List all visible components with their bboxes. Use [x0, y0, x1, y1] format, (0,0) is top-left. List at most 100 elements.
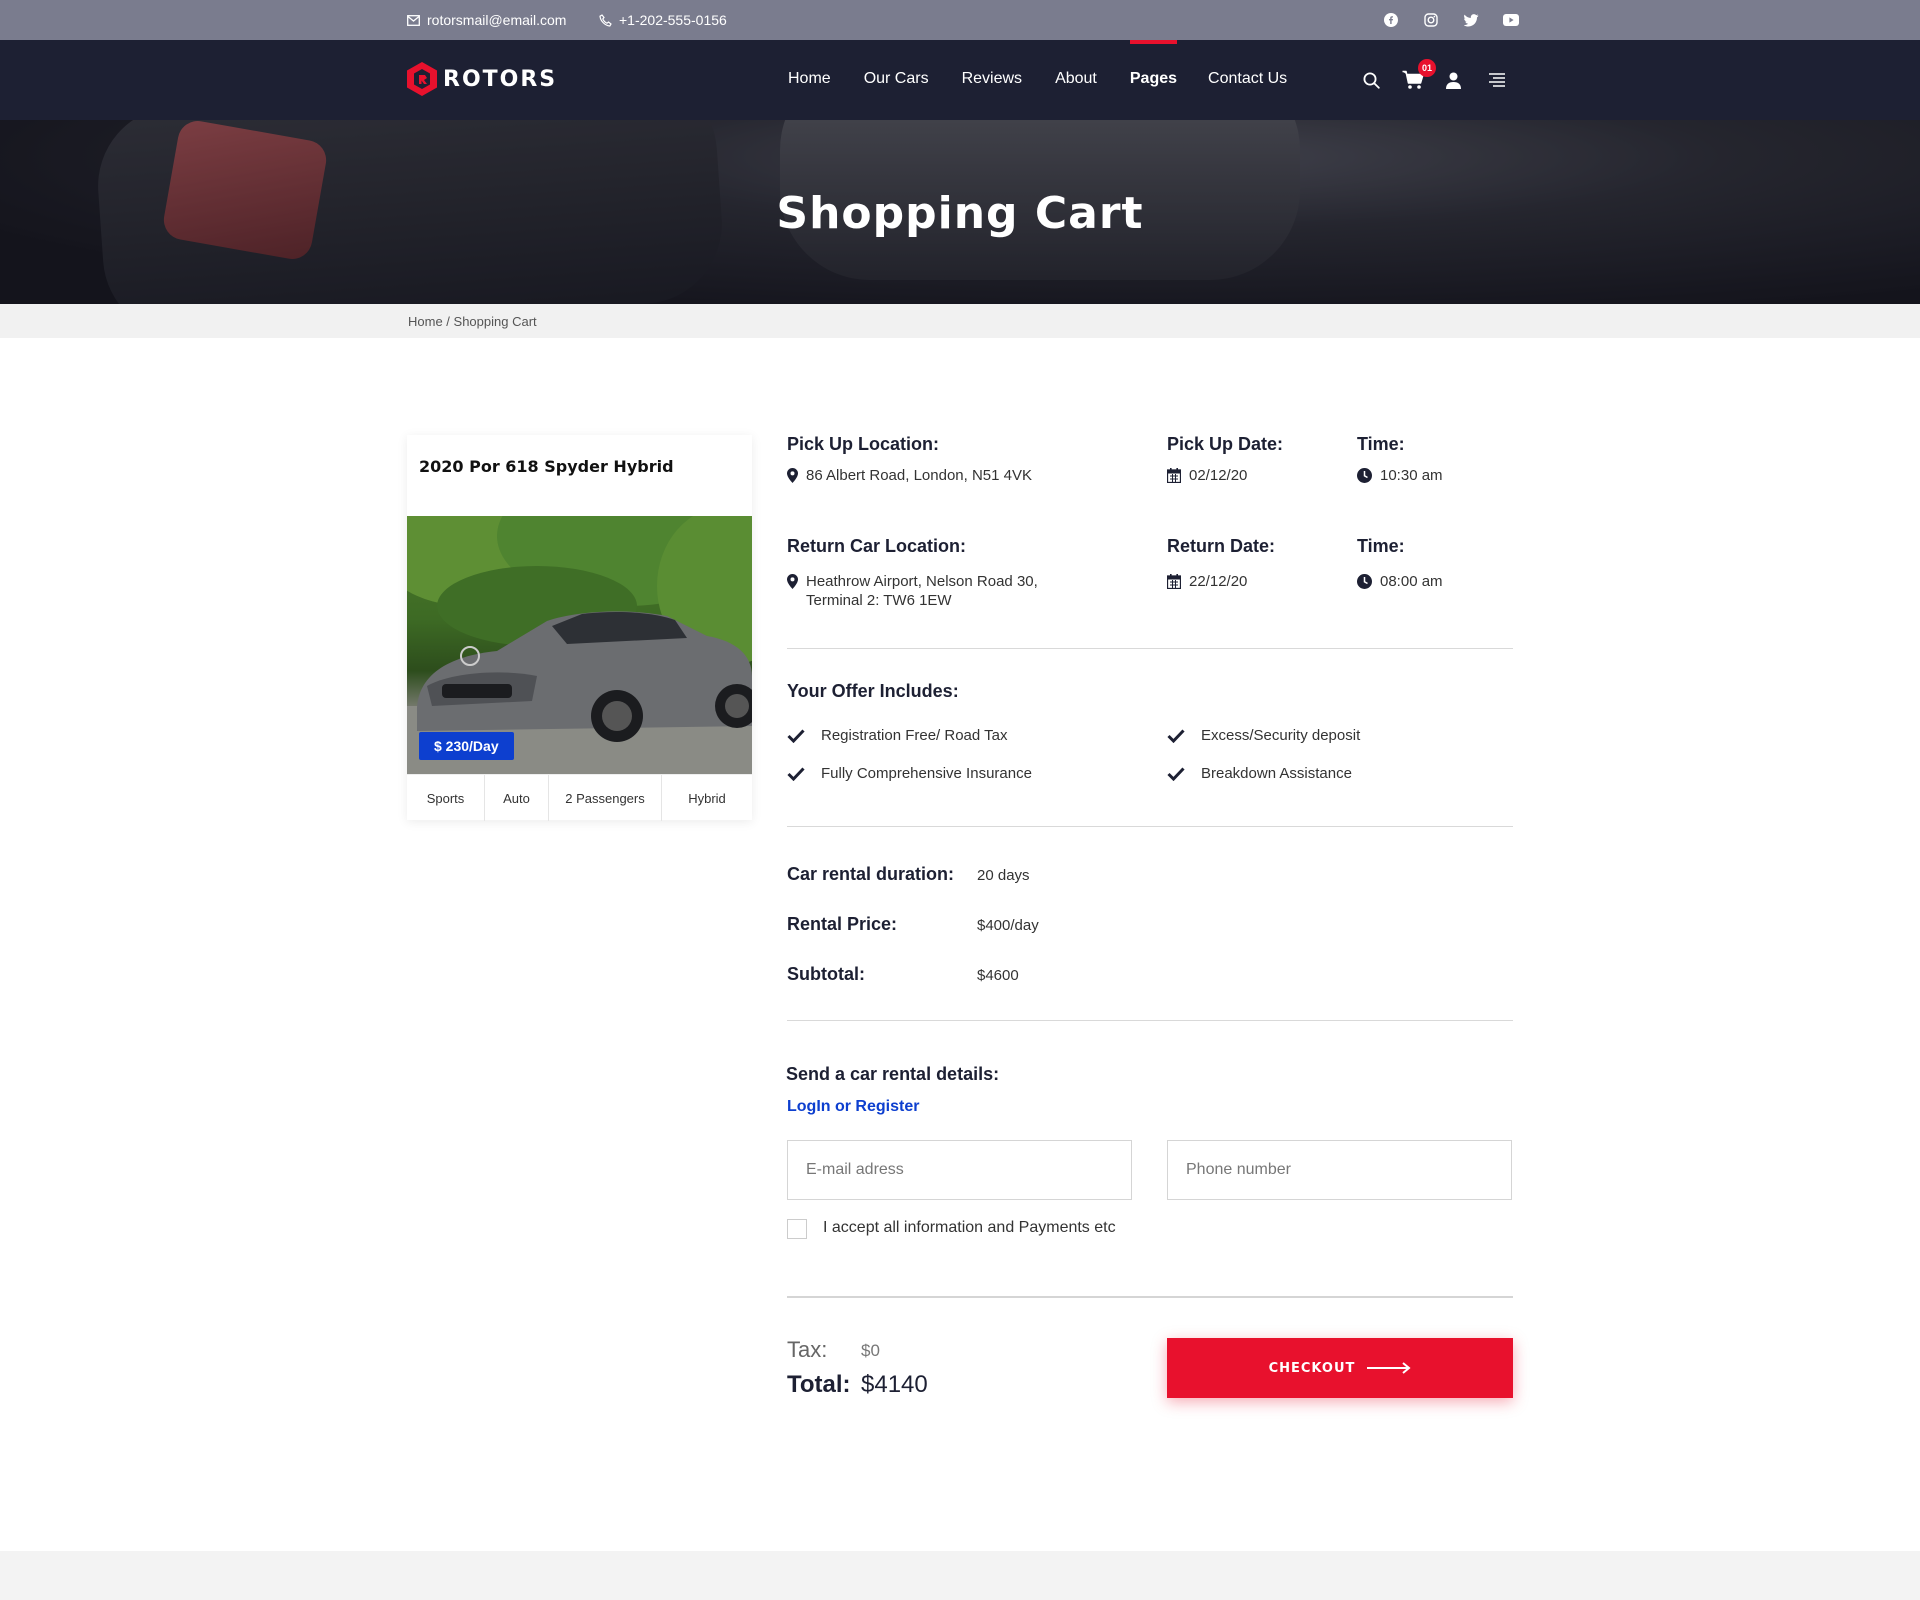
topbar-email-text: rotorsmail@email.com [427, 12, 567, 28]
phone-icon [599, 13, 612, 27]
checkout-label: CHECKOUT [1268, 1360, 1356, 1376]
email-field[interactable] [787, 1140, 1132, 1200]
twitter-icon[interactable] [1462, 11, 1480, 29]
logo[interactable]: ROTORS [407, 62, 557, 96]
offer-item-text: Breakdown Assistance [1201, 765, 1352, 782]
nav-our-cars[interactable]: Our Cars [864, 70, 929, 88]
send-details-title: Send a car rental details: [786, 1064, 1000, 1084]
checkout-button[interactable]: CHECKOUT [1167, 1338, 1513, 1398]
divider [787, 826, 1513, 827]
clock-icon [1357, 574, 1372, 589]
spec-passengers: 2 Passengers [549, 775, 662, 821]
breadcrumb-separator: / [442, 314, 454, 329]
topbar-phone-text: +1-202-555-0156 [619, 12, 727, 28]
return-location-text: Heathrow Airport, Nelson Road 30, Termin… [806, 572, 1038, 610]
car-image[interactable]: $ 230/Day [407, 516, 752, 774]
breadcrumb: Home / Shopping Cart [408, 314, 537, 329]
pickup-time: 10:30 am [1357, 466, 1443, 485]
footer-strip [0, 1551, 1920, 1600]
map-pin-icon [787, 468, 798, 483]
accept-label[interactable]: I accept all information and Payments et… [823, 1219, 1116, 1237]
phone-field[interactable] [1167, 1140, 1512, 1200]
check-icon [1167, 766, 1185, 781]
nav-about[interactable]: About [1055, 70, 1097, 88]
tax-label: Tax: [787, 1337, 828, 1362]
subtotal-value: $4600 [977, 967, 1019, 984]
pickup-date: 02/12/20 [1167, 466, 1247, 485]
breadcrumb-home[interactable]: Home [408, 314, 443, 329]
offer-item-text: Excess/Security deposit [1201, 727, 1361, 744]
car-title[interactable]: 2020 Por 618 Spyder Hybrid [419, 455, 739, 479]
return-location-line1: Heathrow Airport, Nelson Road 30, [806, 573, 1038, 590]
clock-icon [1357, 468, 1372, 483]
pickup-date-text: 02/12/20 [1189, 467, 1248, 484]
offer-item: Excess/Security deposit [1167, 727, 1360, 744]
car-specs: Sports Auto 2 Passengers Hybrid [407, 774, 752, 821]
offer-item: Breakdown Assistance [1167, 765, 1352, 782]
return-time: 08:00 am [1357, 572, 1443, 591]
pickup-location-text: 86 Albert Road, London, N51 4VK [806, 467, 1032, 484]
nav-pages[interactable]: Pages [1129, 40, 1178, 88]
search-icon[interactable] [1360, 69, 1382, 91]
instagram-icon[interactable] [1422, 11, 1440, 29]
offer-title: Your Offer Includes: [787, 681, 959, 701]
nav-home[interactable]: Home [788, 70, 831, 88]
return-location-line2: Terminal 2: TW6 1EW [806, 592, 952, 609]
main-header: ROTORS Home Our Cars Reviews About Pages… [0, 40, 1920, 120]
calendar-icon [1167, 574, 1181, 589]
pickup-date-label: Pick Up Date: [1167, 434, 1284, 454]
pickup-time-label: Time: [1357, 434, 1405, 454]
car-price-tag: $ 230/Day [419, 732, 514, 760]
nav-contact-us[interactable]: Contact Us [1208, 70, 1287, 88]
page-hero: Shopping Cart [0, 120, 1920, 304]
duration-value: 20 days [977, 867, 1030, 884]
return-date-label: Return Date: [1167, 536, 1276, 556]
pickup-location: 86 Albert Road, London, N51 4VK [787, 466, 1032, 485]
duration-label: Car rental duration: [787, 864, 955, 884]
topbar-phone[interactable]: +1-202-555-0156 [599, 12, 727, 28]
pickup-location-label: Pick Up Location: [787, 434, 940, 454]
return-date: 22/12/20 [1167, 572, 1247, 591]
youtube-icon[interactable] [1502, 11, 1520, 29]
map-pin-icon [787, 574, 798, 589]
logo-text: ROTORS [443, 66, 558, 92]
rotors-logo-icon [407, 62, 437, 96]
offer-item-text: Registration Free/ Road Tax [821, 727, 1008, 744]
page-title: Shopping Cart [776, 188, 1144, 239]
main-nav: Home Our Cars Reviews About Pages Contac… [788, 40, 1287, 88]
calendar-icon [1167, 468, 1181, 483]
login-register-link[interactable]: LogIn or Register [787, 1098, 919, 1116]
top-bar: rotorsmail@email.com +1-202-555-0156 [0, 0, 1920, 40]
breadcrumb-bar: Home / Shopping Cart [0, 304, 1920, 338]
offer-item: Fully Comprehensive Insurance [787, 765, 1032, 782]
spec-fuel: Hybrid [688, 790, 726, 806]
divider [787, 648, 1513, 649]
accept-checkbox[interactable] [787, 1219, 807, 1239]
facebook-icon[interactable] [1382, 11, 1400, 29]
check-icon [787, 766, 805, 781]
tax-value: $0 [861, 1341, 880, 1360]
return-location-label: Return Car Location: [787, 536, 967, 556]
menu-icon[interactable] [1486, 69, 1508, 91]
user-icon[interactable] [1442, 69, 1464, 91]
rental-price-value: $400/day [977, 917, 1039, 934]
return-time-label: Time: [1357, 536, 1405, 556]
nav-reviews[interactable]: Reviews [962, 70, 1022, 88]
check-icon [787, 728, 805, 743]
check-icon [1167, 728, 1185, 743]
topbar-email[interactable]: rotorsmail@email.com [407, 12, 566, 28]
arrow-right-icon [1367, 1362, 1411, 1374]
divider [787, 1296, 1513, 1298]
return-date-text: 22/12/20 [1189, 573, 1248, 590]
total-value: $4140 [861, 1371, 928, 1398]
return-time-text: 08:00 am [1380, 573, 1443, 590]
cart-icon[interactable]: 01 [1402, 59, 1436, 91]
pickup-time-text: 10:30 am [1380, 467, 1443, 484]
social-links [1382, 11, 1520, 29]
cart-badge: 01 [1418, 59, 1436, 77]
total-label: Total: [787, 1371, 851, 1398]
subtotal-label: Subtotal: [787, 964, 865, 984]
divider [787, 1020, 1513, 1021]
car-card[interactable]: 2020 Por 618 Spyder Hybrid $ 230/Day Spo… [407, 435, 752, 821]
return-location: Heathrow Airport, Nelson Road 30, Termin… [787, 572, 1038, 610]
